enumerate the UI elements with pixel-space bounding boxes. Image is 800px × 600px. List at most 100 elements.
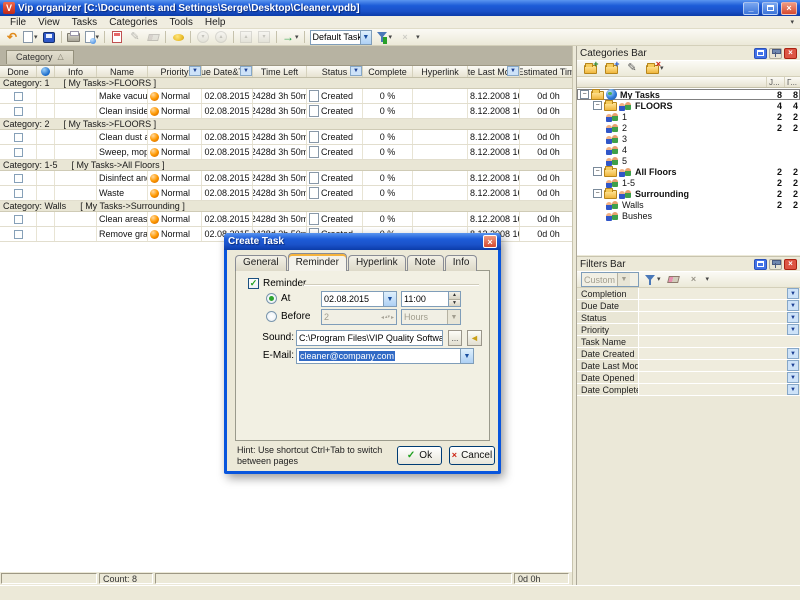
- menubar-overflow-icon[interactable]: ▾: [790, 19, 796, 26]
- play-sound-button[interactable]: ◄: [467, 330, 482, 346]
- done-checkbox[interactable]: [14, 107, 23, 116]
- done-checkbox[interactable]: [14, 189, 23, 198]
- view-task-button[interactable]: [169, 29, 187, 45]
- ok-button[interactable]: ✓ Ok: [397, 446, 442, 465]
- filter-value[interactable]: ▼: [639, 288, 800, 299]
- reminder-checkbox[interactable]: [248, 278, 259, 289]
- task-row-clean-dust-and[interactable]: Clean dust andNormal02.08.20152428d 3h 5…: [0, 130, 572, 145]
- close-button[interactable]: ×: [781, 2, 797, 15]
- spin-up-icon[interactable]: ▲: [449, 292, 460, 300]
- column-header-time-left[interactable]: Time Left: [253, 66, 307, 77]
- column-header-due-date[interactable]: ue Date&Tim▼: [202, 66, 253, 77]
- done-checkbox[interactable]: [14, 148, 23, 157]
- tree-item-floors[interactable]: −FLOORS44: [577, 100, 800, 111]
- filter-value[interactable]: ▼: [639, 360, 800, 371]
- filter-value[interactable]: ▼: [639, 312, 800, 323]
- filters-restore-button[interactable]: [754, 259, 767, 270]
- chevron-down-icon[interactable]: ▼: [383, 292, 396, 306]
- menu-view[interactable]: View: [32, 17, 66, 28]
- filter-dropdown-icon[interactable]: ▼: [189, 66, 201, 76]
- save-button[interactable]: [40, 29, 58, 45]
- column-header-hyperlink[interactable]: Hyperlink: [413, 66, 468, 77]
- tree-item-1[interactable]: 122: [577, 111, 800, 122]
- filter-value[interactable]: ▼: [639, 300, 800, 311]
- tree-item-surrounding[interactable]: −Surrounding22: [577, 188, 800, 199]
- cancel-button[interactable]: × Cancel: [449, 446, 495, 465]
- tab-reminder[interactable]: Reminder: [288, 253, 347, 271]
- task-row-sweep-mop[interactable]: Sweep, mopNormal02.08.20152428d 3h 50mCr…: [0, 145, 572, 160]
- at-radio[interactable]: [266, 293, 277, 304]
- column-header-info-flag[interactable]: [37, 66, 55, 77]
- task-row-waste[interactable]: WasteNormal02.08.20152428d 3h 50mCreated…: [0, 186, 572, 201]
- cell-done[interactable]: [0, 171, 37, 185]
- filter-dropdown-icon[interactable]: ▼: [787, 300, 799, 311]
- done-checkbox[interactable]: [14, 133, 23, 142]
- column-header-done[interactable]: Done: [0, 66, 37, 77]
- filter-value[interactable]: ▼: [639, 324, 800, 335]
- tree-item-all-floors[interactable]: −All Floors22: [577, 166, 800, 177]
- tree-item-4[interactable]: 4: [577, 144, 800, 155]
- group-by-category-chip[interactable]: Category △: [6, 50, 74, 64]
- delete-filter-button[interactable]: ×: [685, 272, 703, 288]
- filter-dropdown-icon[interactable]: ▼: [787, 348, 799, 359]
- tree-item-bushes[interactable]: Bushes: [577, 210, 800, 221]
- dialog-close-button[interactable]: ×: [483, 235, 497, 248]
- delete-task-button[interactable]: [144, 29, 162, 45]
- cell-done[interactable]: [0, 227, 37, 241]
- cell-done[interactable]: [0, 130, 37, 144]
- filter-dropdown-icon[interactable]: ▼: [787, 384, 799, 395]
- at-time-spinner[interactable]: 11:00 ▲▼: [401, 291, 461, 307]
- before-radio[interactable]: [266, 311, 277, 322]
- tree-item-3[interactable]: 3: [577, 133, 800, 144]
- task-row-make-vacuum[interactable]: Make vacuumNormal02.08.20152428d 3h 50mC…: [0, 89, 572, 104]
- filter-dropdown-icon[interactable]: ▼: [787, 312, 799, 323]
- minimize-button[interactable]: _: [743, 2, 759, 15]
- column-header-info[interactable]: Info: [55, 66, 97, 77]
- tree-item-2[interactable]: 222: [577, 122, 800, 133]
- cell-done[interactable]: [0, 89, 37, 103]
- filter-value[interactable]: ▼: [639, 372, 800, 383]
- reopen-task-button[interactable]: ▴: [212, 29, 230, 45]
- new-category-button[interactable]: [581, 61, 599, 77]
- edit-task-button[interactable]: ✎: [126, 29, 144, 45]
- categories-close-button[interactable]: ×: [784, 48, 797, 59]
- new-item-button[interactable]: ▾: [21, 29, 40, 45]
- move-up-button[interactable]: ▴: [237, 29, 255, 45]
- menu-file[interactable]: File: [4, 17, 32, 28]
- filter-preset-combo[interactable]: Custom ▼: [581, 272, 639, 287]
- at-date-combo[interactable]: 02.08.2015 ▼: [321, 291, 397, 307]
- edit-category-button[interactable]: ✎: [623, 61, 641, 77]
- categories-pin-button[interactable]: [769, 48, 782, 59]
- menu-help[interactable]: Help: [199, 17, 232, 28]
- done-checkbox[interactable]: [14, 215, 23, 224]
- categories-restore-button[interactable]: [754, 48, 767, 59]
- filters-pin-button[interactable]: [769, 259, 782, 270]
- print-button[interactable]: [65, 29, 83, 45]
- filter-value[interactable]: ▼: [639, 348, 800, 359]
- filter-dropdown-icon[interactable]: ▼: [787, 288, 799, 299]
- email-combo[interactable]: cleaner@company.com ▼: [296, 348, 474, 364]
- delete-category-button[interactable]: ▾: [644, 61, 666, 77]
- tree-item-1-5[interactable]: 1-522: [577, 177, 800, 188]
- tree-expander[interactable]: −: [593, 167, 602, 176]
- filters-close-button[interactable]: ×: [784, 259, 797, 270]
- column-header-status[interactable]: Status▼: [307, 66, 363, 77]
- cell-done[interactable]: [0, 145, 37, 159]
- tab-hyperlink[interactable]: Hyperlink: [348, 255, 406, 271]
- done-checkbox[interactable]: [14, 174, 23, 183]
- new-task-button[interactable]: [108, 29, 126, 45]
- cell-done[interactable]: [0, 212, 37, 226]
- filters-overflow-icon[interactable]: ▾: [706, 276, 710, 283]
- filter-tasks-button[interactable]: ▾: [374, 29, 395, 45]
- sound-path-input[interactable]: C:\Program Files\VIP Quality Software\VI…: [296, 330, 443, 346]
- cell-done[interactable]: [0, 186, 37, 200]
- tree-item-walls[interactable]: Walls22: [577, 199, 800, 210]
- done-checkbox[interactable]: [14, 230, 23, 239]
- task-row-clean-inside[interactable]: Clean insideNormal02.08.20152428d 3h 50m…: [0, 104, 572, 119]
- restore-button[interactable]: [762, 2, 778, 15]
- column-header-name[interactable]: Name: [97, 66, 148, 77]
- export-button[interactable]: →▾: [280, 29, 301, 45]
- task-row-clean-areas[interactable]: Clean areasNormal02.08.20152428d 3h 50mC…: [0, 212, 572, 227]
- tree-expander[interactable]: −: [593, 101, 602, 110]
- filter-dropdown-icon[interactable]: ▼: [787, 324, 799, 335]
